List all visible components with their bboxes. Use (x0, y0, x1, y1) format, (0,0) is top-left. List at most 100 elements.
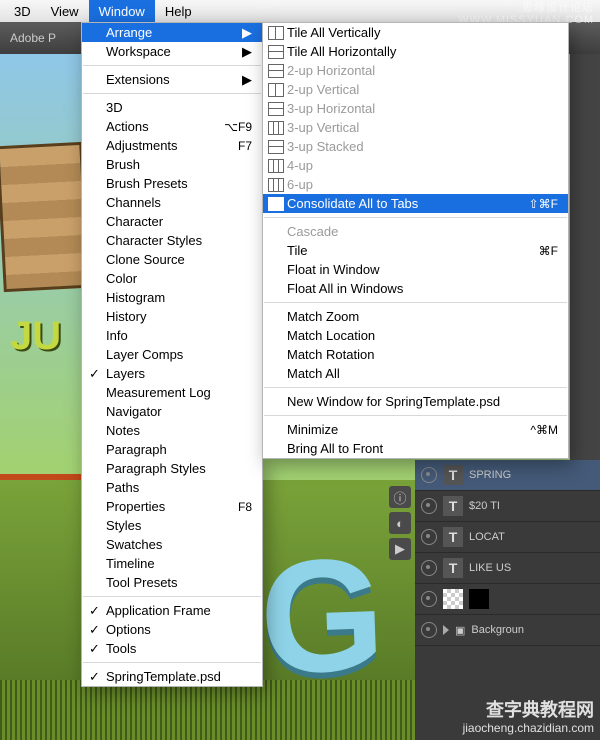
menu-item-label: Application Frame (106, 603, 211, 618)
menu-item-3d[interactable]: 3D (82, 98, 262, 117)
menu-item-label: Histogram (106, 290, 165, 305)
menu-item-adjustments[interactable]: AdjustmentsF7 (82, 136, 262, 155)
menu-item-new-window-for-springtemplate-psd[interactable]: New Window for SpringTemplate.psd (263, 392, 568, 411)
adjustments-icon[interactable]: ◐ (389, 512, 411, 534)
menu-item-label: SpringTemplate.psd (106, 669, 221, 684)
menu-item-extensions[interactable]: Extensions▶ (82, 70, 262, 89)
menu-item-float-in-window[interactable]: Float in Window (263, 260, 568, 279)
menu-item-application-frame[interactable]: Application Frame (82, 601, 262, 620)
menu-item-options[interactable]: Options (82, 620, 262, 639)
layer-row[interactable]: TLOCAT (415, 522, 600, 553)
menu-item-label: Clone Source (106, 252, 185, 267)
layer-row[interactable]: T SPRING (415, 460, 600, 491)
menu-item-label: Measurement Log (106, 385, 211, 400)
menu-item-label: 6-up (287, 177, 313, 192)
menu-item-brush-presets[interactable]: Brush Presets (82, 174, 262, 193)
menu-item-label: 3-up Vertical (287, 120, 359, 135)
menu-item-tools[interactable]: Tools (82, 639, 262, 658)
menu-help[interactable]: Help (155, 0, 202, 22)
menu-item-label: Options (106, 622, 151, 637)
menu-item-brush[interactable]: Brush (82, 155, 262, 174)
visibility-eye-icon[interactable] (421, 498, 437, 514)
menu-item-bring-all-to-front[interactable]: Bring All to Front (263, 439, 568, 458)
menu-item-tool-presets[interactable]: Tool Presets (82, 573, 262, 592)
layer-thumbnail (443, 589, 463, 609)
menu-item-character-styles[interactable]: Character Styles (82, 231, 262, 250)
layer-name[interactable]: Backgroun (471, 624, 524, 636)
menu-3d[interactable]: 3D (4, 0, 41, 22)
menu-item-label: Tile All Horizontally (287, 44, 396, 59)
menu-window[interactable]: Window (89, 0, 155, 22)
menu-item-match-zoom[interactable]: Match Zoom (263, 307, 568, 326)
layer-row[interactable]: TLIKE US (415, 553, 600, 584)
menu-item-label: Layers (106, 366, 145, 381)
layer-name[interactable]: $20 TI (469, 500, 500, 512)
menu-item-tile-all-vertically[interactable]: Tile All Vertically (263, 23, 568, 42)
menu-item-clone-source[interactable]: Clone Source (82, 250, 262, 269)
visibility-eye-icon[interactable] (421, 560, 437, 576)
menu-item-paths[interactable]: Paths (82, 478, 262, 497)
menu-item-history[interactable]: History (82, 307, 262, 326)
menu-item-navigator[interactable]: Navigator (82, 402, 262, 421)
menu-item-actions[interactable]: Actions⌥F9 (82, 117, 262, 136)
menu-view[interactable]: View (41, 0, 89, 22)
menu-item-layer-comps[interactable]: Layer Comps (82, 345, 262, 364)
visibility-eye-icon[interactable] (421, 591, 437, 607)
menu-item-label: Minimize (287, 422, 338, 437)
arrange-submenu: Tile All Vertically Tile All Horizontally… (262, 22, 569, 459)
menu-item-label: Match Location (287, 328, 375, 343)
menu-item-tile-all-horizontally[interactable]: Tile All Horizontally (263, 42, 568, 61)
visibility-eye-icon[interactable] (421, 467, 437, 483)
text-layer-icon: T (443, 465, 463, 485)
menu-item-workspace[interactable]: Workspace▶ (82, 42, 262, 61)
menu-item-2-up-horizontal: 2-up Horizontal (263, 61, 568, 80)
menu-item-measurement-log[interactable]: Measurement Log (82, 383, 262, 402)
menu-item-paragraph-styles[interactable]: Paragraph Styles (82, 459, 262, 478)
menu-item-styles[interactable]: Styles (82, 516, 262, 535)
menu-item-label: Float in Window (287, 262, 379, 277)
menu-item-label: 4-up (287, 158, 313, 173)
menu-item-label: Match Zoom (287, 309, 359, 324)
menu-item-3-up-stacked: 3-up Stacked (263, 137, 568, 156)
menu-item-springtemplate-psd[interactable]: SpringTemplate.psd (82, 667, 262, 686)
menu-item-label: Properties (106, 499, 165, 514)
visibility-eye-icon[interactable] (421, 622, 437, 638)
menu-item-tile[interactable]: Tile⌘F (263, 241, 568, 260)
menu-item-paragraph[interactable]: Paragraph (82, 440, 262, 459)
menu-item-character[interactable]: Character (82, 212, 262, 231)
menu-item-properties[interactable]: PropertiesF8 (82, 497, 262, 516)
menu-item-label: Workspace (106, 44, 171, 59)
menu-separator (83, 596, 261, 597)
menu-item-label: Notes (106, 423, 140, 438)
layer-row[interactable] (415, 584, 600, 615)
menu-item-consolidate-all-to-tabs[interactable]: Consolidate All to Tabs⇧⌘F (263, 194, 568, 213)
menu-separator (264, 302, 567, 303)
play-icon[interactable]: ▶ (389, 538, 411, 560)
layer-row[interactable]: ▣Backgroun (415, 615, 600, 646)
menu-item-timeline[interactable]: Timeline (82, 554, 262, 573)
menu-item-match-rotation[interactable]: Match Rotation (263, 345, 568, 364)
app-title: Adobe P (10, 31, 56, 45)
menu-item-histogram[interactable]: Histogram (82, 288, 262, 307)
visibility-eye-icon[interactable] (421, 529, 437, 545)
layer-row[interactable]: T$20 TI (415, 491, 600, 522)
layout-icon (268, 197, 284, 211)
layer-name[interactable]: SPRING (469, 469, 511, 481)
menu-item-notes[interactable]: Notes (82, 421, 262, 440)
menu-item-channels[interactable]: Channels (82, 193, 262, 212)
menu-item-label: Character (106, 214, 163, 229)
menu-item-match-location[interactable]: Match Location (263, 326, 568, 345)
layer-name[interactable]: LOCAT (469, 531, 505, 543)
layer-name[interactable]: LIKE US (469, 562, 511, 574)
menu-item-layers[interactable]: Layers (82, 364, 262, 383)
menu-item-minimize[interactable]: Minimize^⌘M (263, 420, 568, 439)
menu-item-color[interactable]: Color (82, 269, 262, 288)
menu-item-match-all[interactable]: Match All (263, 364, 568, 383)
menu-shortcut: F7 (238, 139, 252, 153)
menu-item-swatches[interactable]: Swatches (82, 535, 262, 554)
disclosure-triangle-icon[interactable] (443, 625, 449, 635)
menu-item-arrange[interactable]: Arrange▶ (82, 23, 262, 42)
menu-item-info[interactable]: Info (82, 326, 262, 345)
menu-item-float-all-in-windows[interactable]: Float All in Windows (263, 279, 568, 298)
info-icon[interactable]: ⓘ (389, 486, 411, 508)
